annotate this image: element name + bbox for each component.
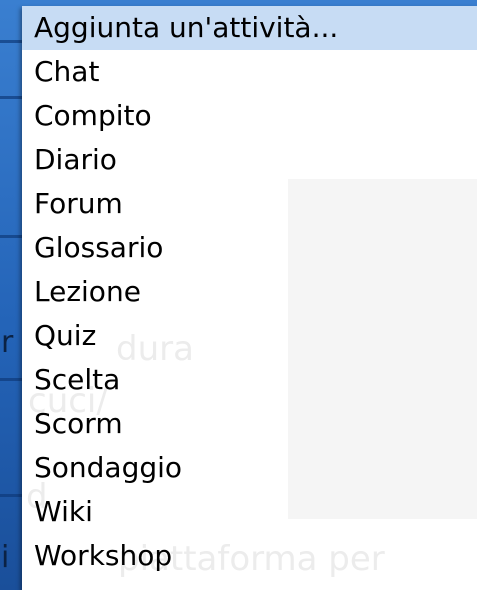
background-edge-line	[0, 96, 22, 99]
menu-item-forum[interactable]: Forum	[22, 182, 477, 226]
background-edge-line	[0, 494, 22, 497]
background-edge-text: i	[1, 540, 10, 575]
menu-item-assignment[interactable]: Compito	[22, 94, 477, 138]
menu-item-glossary[interactable]: Glossario	[22, 226, 477, 270]
menu-item-quiz[interactable]: Quiz	[22, 314, 477, 358]
menu-item-journal[interactable]: Diario	[22, 138, 477, 182]
background-edge-line	[0, 378, 22, 381]
menu-item-workshop[interactable]: Workshop	[22, 534, 477, 578]
background-edge-text: r	[1, 325, 14, 360]
activity-dropdown[interactable]: dura cuci/ d piattaforma per Aggiunta un…	[22, 6, 477, 590]
background-edge-line	[0, 40, 22, 43]
menu-item-add-activity[interactable]: Aggiunta un'attività...	[22, 6, 477, 50]
menu-item-chat[interactable]: Chat	[22, 50, 477, 94]
activity-menu-list: Aggiunta un'attività... Chat Compito Dia…	[22, 6, 477, 578]
menu-item-scorm[interactable]: Scorm	[22, 402, 477, 446]
background-edge-line	[0, 235, 22, 238]
menu-item-wiki[interactable]: Wiki	[22, 490, 477, 534]
menu-item-survey[interactable]: Sondaggio	[22, 446, 477, 490]
menu-item-lesson[interactable]: Lezione	[22, 270, 477, 314]
menu-item-choice[interactable]: Scelta	[22, 358, 477, 402]
